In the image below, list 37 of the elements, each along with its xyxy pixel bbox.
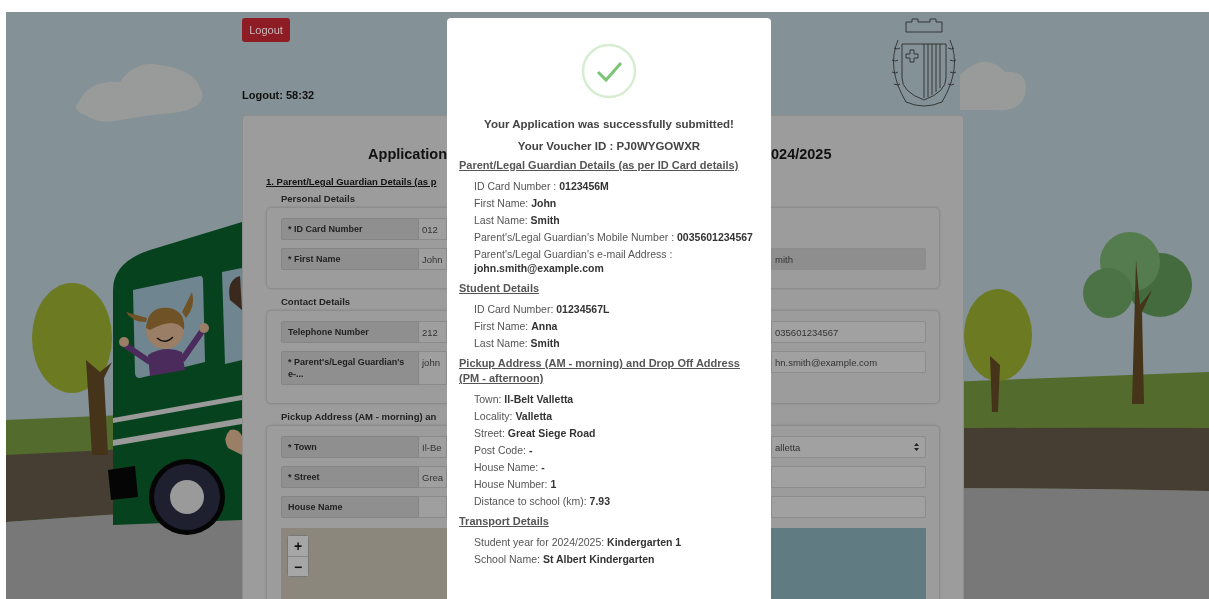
field-label: Telephone Number [281,321,419,343]
detail-line: Distance to school (km): 7.93 [474,494,611,508]
detail-line: First Name: John [474,196,558,210]
section-heading: 1. Parent/Legal Guardian Details (as p [266,176,438,187]
group-legend: Personal Details [281,193,443,204]
detail-line: Town: Il-Belt Valletta [474,392,575,406]
detail-line: ID Card Number: 01234567L [474,302,611,316]
field-label: * Town [281,436,419,458]
detail-line: Student year for 2024/2025: Kindergarten 1 [474,535,683,549]
detail-line: Last Name: Smith [474,336,561,350]
field-label: * ID Card Number [281,218,419,240]
section-heading: Student Details [459,281,541,296]
field-label: House Name [281,496,419,518]
detail-line: Parent's/Legal Guardian's Mobile Number : 0035601234567 [474,230,754,244]
field-label: * Parent's/Legal Guardian's e-... [281,351,419,385]
detail-line: Post Code: - [474,443,534,457]
section-heading: Parent/Legal Guardian Details (as per ID Card details) [459,158,740,173]
section-heading: Pickup Address (AM - morning) and Drop Off Address (PM - afternoon) [459,356,741,386]
detail-line: Last Name: Smith [474,213,561,227]
session-timer: Logout: 58:32 [242,89,315,101]
detail-line: Parent's/Legal Guardian's e-mail Address : john.smith@example.com [474,247,674,275]
detail-line: House Name: - [474,460,546,474]
form-title: 024/2025 [771,146,833,162]
detail-line: House Number: 1 [474,477,558,491]
success-message: Your Application was successfully submitted! [483,118,735,130]
field-label: * First Name [281,248,419,270]
group-legend: Pickup Address (AM - morning) an [281,411,443,422]
detail-line: Locality: Valletta [474,409,554,423]
form-title: Application [368,146,447,162]
detail-line: ID Card Number : 0123456M [474,179,610,193]
field-label: * Street [281,466,419,488]
section-heading: Transport Details [459,514,550,529]
detail-line: First Name: Anna [474,319,559,333]
detail-line: School Name: St Albert Kindergarten [474,552,656,566]
group-legend: Contact Details [281,296,443,307]
voucher-id: Your Voucher ID : PJ0WYGOWXR [516,140,702,152]
detail-line: Street: Great Siege Road [474,426,597,440]
